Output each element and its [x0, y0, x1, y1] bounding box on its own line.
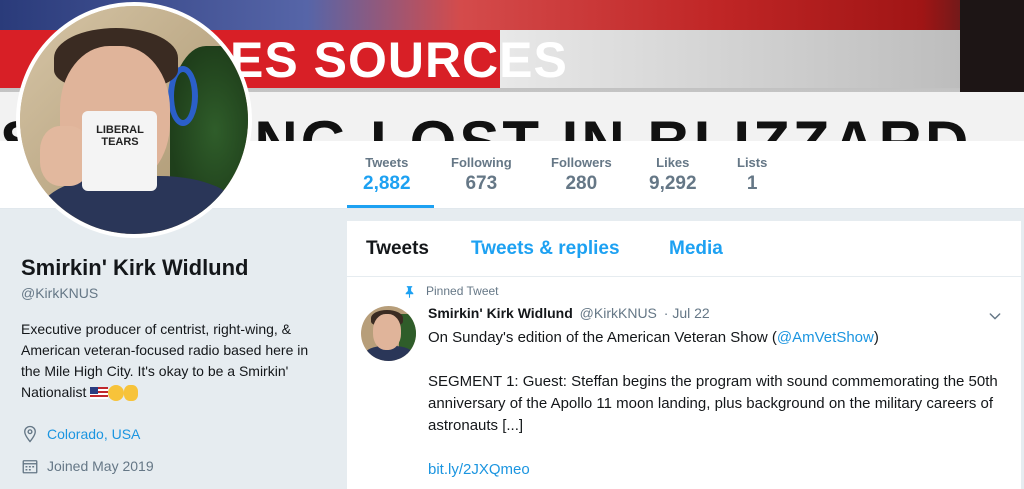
tweet-line-1: On Sunday's edition of the American Vete… [428, 327, 1008, 349]
location-pin-icon [24, 425, 36, 443]
tweet-line-1-text: On Sunday's edition of the American Vete… [428, 329, 777, 346]
tweet-header: Smirkin' Kirk Widlund @KirkKNUS · Jul 22 [428, 305, 710, 321]
stat-following-label: Following [451, 155, 512, 170]
tweet-date[interactable]: · Jul 22 [664, 305, 710, 321]
tweet-line-1-close: ) [873, 329, 879, 346]
tweet-avatar[interactable] [361, 306, 416, 361]
profile-avatar[interactable]: LIBERAL TEARS [16, 2, 252, 238]
profile-location: Colorado, USA [21, 425, 140, 443]
joined-date: Joined May 2019 [47, 458, 154, 474]
tweet-url-link[interactable]: bit.ly/2JXQmeo [428, 461, 530, 478]
timeline: Tweets Tweets & replies Media Pinned Twe… [347, 221, 1021, 489]
stat-lists-value: 1 [746, 173, 758, 194]
avatar-mug-text: LIBERAL TEARS [96, 124, 144, 148]
tab-media[interactable]: Media [669, 238, 723, 260]
chevron-down-icon[interactable] [987, 308, 1003, 324]
tweet-text: On Sunday's edition of the American Vete… [428, 327, 1008, 481]
stat-likes[interactable]: Likes 9,292 [649, 155, 697, 195]
stat-followers[interactable]: Followers 280 [551, 155, 612, 195]
tweet-author-handle[interactable]: @KirkKNUS [580, 305, 657, 321]
tweet-avatar-face [373, 314, 401, 350]
pinned-label: Pinned Tweet [403, 284, 499, 298]
banner-grey-panel [500, 30, 960, 88]
avatar-mug [82, 111, 157, 191]
stat-lists-label: Lists [737, 155, 768, 170]
stat-following[interactable]: Following 673 [451, 155, 512, 195]
profile-card: Smirkin' Kirk Widlund @KirkKNUS Executiv… [0, 209, 347, 489]
timeline-tabs: Tweets Tweets & replies Media [347, 221, 1021, 277]
profile-bio: Executive producer of centrist, right-wi… [21, 319, 326, 403]
profile-name: Smirkin' Kirk Widlund [21, 255, 249, 280]
pinned-tweet[interactable]: Pinned Tweet Smirkin' Kirk Widlund @Kirk… [347, 278, 1021, 489]
profile-bio-text: Executive producer of centrist, right-wi… [21, 321, 309, 400]
smirk-emoji [108, 385, 125, 402]
location-link[interactable]: Colorado, USA [47, 426, 140, 442]
pin-icon [405, 285, 414, 298]
calendar-icon [22, 460, 38, 474]
tweet-spacer-2 [428, 437, 1008, 459]
stat-tweets[interactable]: Tweets 2,882 [363, 155, 411, 195]
ok-hand-emoji [124, 385, 139, 402]
tweet-spacer [428, 349, 1008, 371]
tab-tweets[interactable]: Tweets [366, 238, 429, 260]
active-stat-indicator [347, 205, 434, 208]
tab-tweets-replies[interactable]: Tweets & replies [471, 238, 620, 260]
stat-tweets-label: Tweets [365, 155, 409, 170]
pinned-text: Pinned Tweet [426, 284, 499, 298]
us-flag-emoji [90, 387, 109, 400]
stat-followers-value: 280 [565, 173, 598, 194]
profile-handle[interactable]: @KirkKNUS [21, 285, 98, 301]
stat-lists[interactable]: Lists 1 [737, 155, 767, 195]
tweet-body: SEGMENT 1: Guest: Steffan begins the pro… [428, 373, 998, 434]
tweet-author-name[interactable]: Smirkin' Kirk Widlund [428, 305, 573, 321]
profile-joined: Joined May 2019 [21, 457, 154, 475]
stat-following-value: 673 [465, 173, 498, 194]
stat-likes-label: Likes [656, 155, 690, 170]
mention-link[interactable]: @AmVetShow [777, 329, 874, 346]
stat-tweets-value: 2,882 [363, 173, 411, 194]
stat-followers-label: Followers [551, 155, 612, 170]
banner-headline: ES SOURCES [230, 32, 568, 88]
stat-likes-value: 9,292 [649, 173, 697, 194]
